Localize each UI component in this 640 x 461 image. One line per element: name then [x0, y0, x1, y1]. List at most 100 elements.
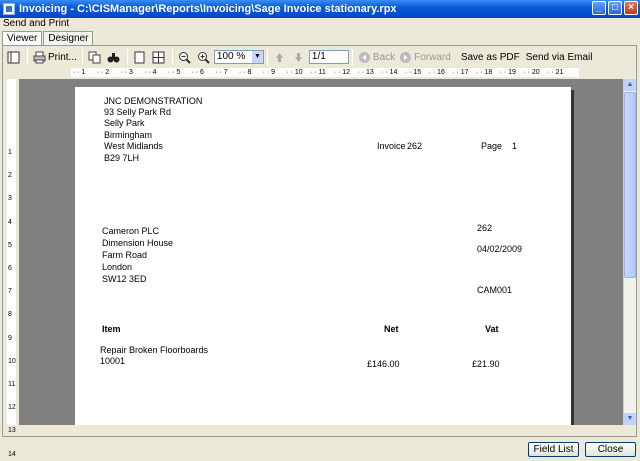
customer-address-line: Farm Road [102, 250, 148, 260]
binoculars-icon [107, 52, 120, 62]
company-address-line: 93 Selly Park Rd [104, 107, 172, 117]
toolbar-separator [171, 49, 173, 65]
save-as-pdf-label: Save as PDF [460, 51, 520, 63]
zoom-out-button[interactable] [176, 48, 195, 66]
ruler-tick-label: 4 [8, 218, 12, 226]
ruler-tick-label: 10 [8, 357, 16, 365]
ruler-tick-label: · · 7 [215, 69, 228, 76]
maximize-button[interactable]: □ [608, 1, 622, 15]
tab-viewer[interactable]: Viewer [2, 31, 43, 46]
app-icon [3, 3, 15, 15]
close-window-button[interactable]: × [624, 1, 638, 15]
menu-send-and-print[interactable]: Send and Print [3, 18, 69, 29]
menu-bar: Send and Print [0, 18, 640, 30]
previous-page-button[interactable] [271, 48, 290, 66]
invoice-label: Invoice [377, 141, 406, 151]
company-address-line: West Midlands [104, 141, 163, 151]
ruler-tick-label: · · 21 [547, 69, 564, 76]
ruler-tick-label: · · 11 [310, 69, 326, 76]
zoom-select[interactable]: 100 % ▼ [213, 50, 264, 64]
bottom-button-bar: Field List Close [0, 441, 640, 461]
invoice-date: 04/02/2009 [477, 244, 523, 254]
invoice-number: 262 [407, 141, 423, 151]
page-label: Page [481, 141, 503, 151]
ruler-tick-label: 5 [8, 241, 12, 249]
ruler-tick-label: · · 2 [96, 69, 110, 76]
tab-designer[interactable]: Designer [43, 31, 94, 45]
find-button[interactable] [105, 48, 124, 66]
send-via-email-button[interactable]: Send via Email [524, 48, 595, 66]
single-page-button[interactable] [131, 48, 150, 66]
toolbar-separator [81, 49, 83, 65]
company-address-line: Birmingham [104, 130, 153, 140]
print-button[interactable]: Print... [31, 48, 79, 66]
line-item-vat: £21.90 [472, 359, 500, 369]
ruler-tick-label: 9 [8, 334, 12, 342]
ruler-tick-label: · · 9 [262, 69, 276, 76]
single-page-icon [134, 51, 145, 63]
scroll-up-icon[interactable]: ▲ [624, 79, 636, 91]
ruler-tick-label: · · 1 [73, 69, 86, 76]
page-number: 1 [512, 141, 518, 151]
minimize-button[interactable]: _ [592, 1, 606, 15]
ruler-tick-label: · · 13 [357, 69, 374, 76]
column-header-net: Net [384, 324, 399, 334]
account-code: CAM001 [477, 285, 513, 295]
vertical-scrollbar[interactable]: ▲ ▼ [623, 79, 636, 425]
viewer-toolbar: Print... 100 % ▼ 1/1 Back Forward Save a… [5, 47, 635, 67]
toolbar-separator [266, 49, 268, 65]
table-of-contents-icon [7, 51, 20, 63]
ruler-tick-label: · · 10 [286, 69, 303, 76]
ruler-tick-label: 7 [8, 288, 12, 296]
column-header-vat: Vat [485, 324, 499, 334]
company-name: JNC DEMONSTRATION [104, 96, 203, 106]
line-item-description: Repair Broken Floorboards [100, 345, 209, 355]
forward-button[interactable]: Forward [397, 48, 453, 66]
ruler-tick-label: · · 16 [428, 69, 445, 76]
column-header-item: Item [102, 324, 121, 334]
forward-arrow-icon [400, 51, 412, 63]
ruler-tick-label: 6 [8, 265, 12, 272]
report-viewport[interactable]: JNC DEMONSTRATION 93 Selly Park Rd Selly… [19, 79, 623, 425]
back-button[interactable]: Back [356, 48, 397, 66]
next-page-button[interactable] [290, 48, 309, 66]
toc-button[interactable] [5, 48, 24, 66]
print-label: Print... [48, 51, 77, 63]
ruler-tick-label: 8 [8, 311, 12, 319]
toolbar-separator [351, 49, 353, 65]
customer-address-line: London [102, 262, 133, 272]
company-address-line: Selly Park [104, 118, 145, 128]
ruler-tick-label: 12 [8, 404, 16, 412]
close-button[interactable]: Close [585, 442, 636, 457]
company-postcode: B29 7LH [104, 153, 140, 163]
zoom-out-icon [178, 51, 191, 64]
ruler-tick-label: 11 [8, 381, 16, 388]
scroll-thumb[interactable] [624, 92, 636, 278]
ruler-tick-label: · · 3 [120, 69, 133, 76]
viewer-panel: Print... 100 % ▼ 1/1 Back Forward Save a… [2, 45, 637, 458]
line-item-code: 10001 [100, 356, 126, 366]
ruler-tick-label: · · 12 [333, 69, 351, 76]
ruler-tick-label: · · 6 [191, 69, 204, 76]
page-number-input[interactable]: 1/1 [308, 50, 349, 64]
ruler-tick-label: · · 20 [523, 69, 540, 76]
zoom-value: 100 % [216, 51, 246, 62]
title-bar: Invoicing - C:\CISManager\Reports\Invoic… [0, 0, 640, 18]
zoom-in-icon [197, 51, 210, 64]
copy-button[interactable] [86, 48, 105, 66]
invoice-page: JNC DEMONSTRATION 93 Selly Park Rd Selly… [75, 87, 571, 425]
zoom-in-button[interactable] [195, 48, 214, 66]
field-list-button[interactable]: Field List [528, 442, 579, 457]
ruler-tick-label: 3 [8, 195, 12, 203]
multi-page-button[interactable] [150, 48, 169, 66]
ruler-tick-label: 1 [8, 149, 12, 156]
ruler-tick-label: 13 [8, 427, 16, 435]
customer-postcode: SW12 3ED [102, 274, 147, 284]
tab-strip: Viewer Designer [2, 31, 94, 46]
customer-address-line: Dimension House [102, 238, 174, 248]
reference-number: 262 [477, 223, 493, 233]
save-as-pdf-button[interactable]: Save as PDF [459, 48, 522, 66]
ruler-tick-label: · · 14 [381, 69, 398, 76]
multi-page-icon [152, 51, 165, 63]
scroll-down-icon[interactable]: ▼ [624, 413, 636, 425]
